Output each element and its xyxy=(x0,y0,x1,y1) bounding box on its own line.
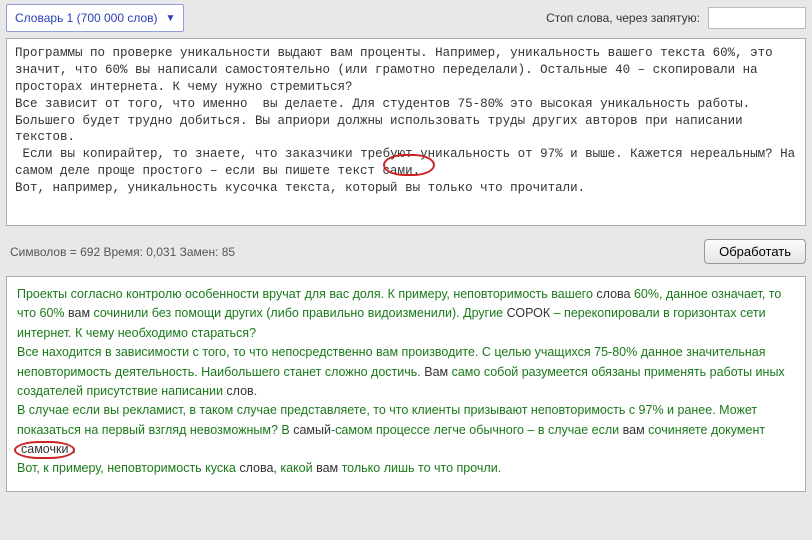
stop-words-input[interactable] xyxy=(708,7,806,29)
stats-row: Символов = 692 Время: 0,031 Замен: 85 Об… xyxy=(6,239,806,264)
stop-words-label: Стоп слова, через запятую: xyxy=(546,11,700,25)
source-text-input[interactable] xyxy=(6,38,806,226)
result-paragraph: Проекты согласно контролю особенности вр… xyxy=(17,285,795,343)
dictionary-label: Словарь 1 (700 000 слов) xyxy=(15,11,158,25)
process-button[interactable]: Обработать xyxy=(704,239,806,264)
circled-word: самочки xyxy=(14,441,75,459)
result-paragraph: Все находится в зависимости с того, то ч… xyxy=(17,343,795,401)
result-output: Проекты согласно контролю особенности вр… xyxy=(6,276,806,492)
top-controls-row: Словарь 1 (700 000 слов) ▼ Стоп слова, ч… xyxy=(6,4,806,32)
stop-words-area: Стоп слова, через запятую: xyxy=(546,7,806,29)
dropdown-icon: ▼ xyxy=(166,13,176,24)
result-paragraph: Вот, к примеру, неповторимость куска сло… xyxy=(17,459,795,478)
result-paragraph: В случае если вы рекламист, в таком случ… xyxy=(17,401,795,459)
dictionary-select[interactable]: Словарь 1 (700 000 слов) ▼ xyxy=(6,4,184,32)
stats-text: Символов = 692 Время: 0,031 Замен: 85 xyxy=(6,245,235,259)
